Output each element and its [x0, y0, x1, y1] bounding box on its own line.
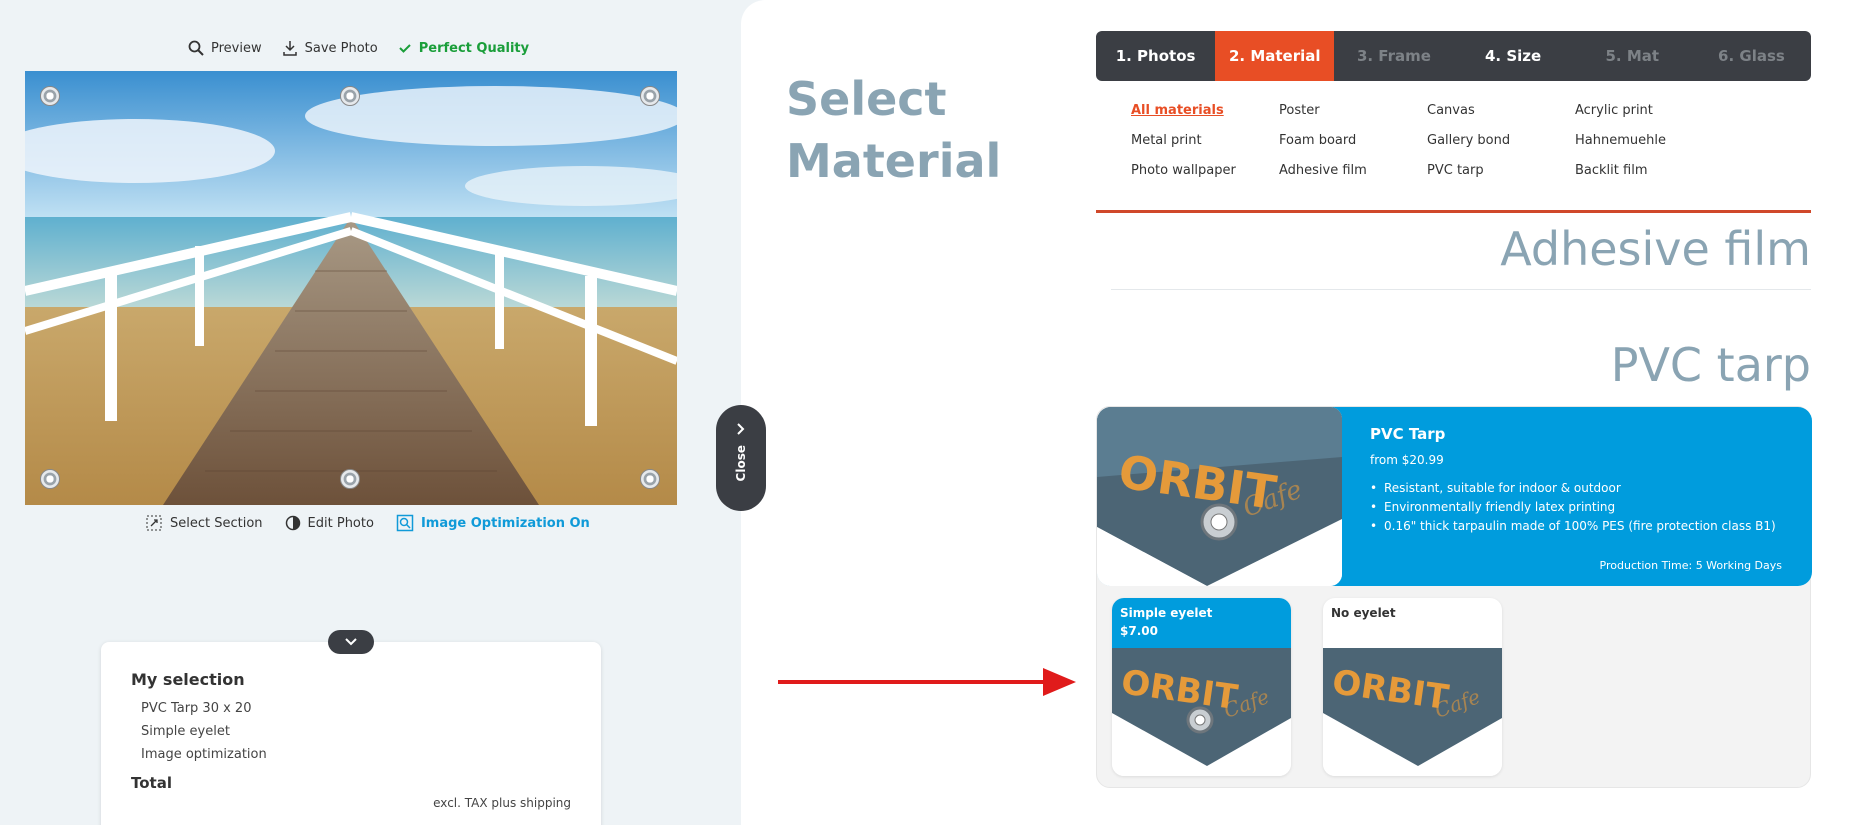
- check-icon: [399, 44, 411, 53]
- my-selection-panel: My selection PVC Tarp 30 x 20 Simple eye…: [101, 642, 601, 825]
- tax-note: excl. TAX plus shipping: [433, 796, 571, 810]
- photo-editor-panel: Preview Save Photo Perfect Quality Selec…: [0, 0, 740, 825]
- download-icon: [282, 41, 297, 56]
- page-title: Select Material: [786, 68, 1001, 192]
- collapse-selection-button[interactable]: [328, 630, 374, 654]
- eyelet-marker: [640, 86, 660, 106]
- page-title-line2: Material: [786, 134, 1002, 188]
- material-link-hahnemuehle[interactable]: Hahnemuehle: [1575, 132, 1723, 150]
- pvc-tarp-title: PVC Tarp: [1370, 425, 1446, 443]
- divider: [1111, 289, 1811, 290]
- edit-photo-button[interactable]: Edit Photo: [285, 514, 374, 532]
- pvc-product-image: ORBIT Cafe: [1097, 407, 1342, 586]
- material-link-poster[interactable]: Poster: [1279, 102, 1427, 120]
- option-simple-eyelet[interactable]: Simple eyelet $7.00 ORBIT Cafe: [1112, 598, 1291, 776]
- image-optimization-label: Image Optimization On: [420, 515, 590, 531]
- feature-item: Environmentally friendly latex printing: [1370, 500, 1784, 514]
- feature-list: Resistant, suitable for indoor & outdoor…: [1370, 481, 1784, 533]
- option-image: ORBIT Cafe: [1323, 648, 1502, 776]
- banner-sample-image: ORBIT Cafe: [1097, 407, 1342, 586]
- material-link-backlit[interactable]: Backlit film: [1575, 162, 1723, 180]
- pier-photo: [25, 71, 677, 505]
- material-link-pvc[interactable]: PVC tarp: [1427, 162, 1575, 180]
- material-filter-list: All materials Poster Canvas Acrylic prin…: [1131, 102, 1723, 180]
- material-link-adhesive[interactable]: Adhesive film: [1279, 162, 1427, 180]
- search-icon: [188, 40, 204, 56]
- material-link-canvas[interactable]: Canvas: [1427, 102, 1575, 120]
- preview-label: Preview: [211, 40, 262, 56]
- pvc-tarp-section: ORBIT Cafe PVC Tarp from $20.99 Resistan…: [1096, 406, 1812, 788]
- step-material[interactable]: 2. Material: [1215, 31, 1335, 81]
- eyelet-marker: [340, 86, 360, 106]
- no-eyelet-sample-image: ORBIT Cafe: [1323, 648, 1502, 776]
- feature-item: 0.16" thick tarpaulin made of 100% PES (…: [1370, 519, 1784, 533]
- adhesive-film-heading: Adhesive film: [1500, 222, 1811, 276]
- option-name: No eyelet: [1331, 606, 1396, 620]
- material-link-foam[interactable]: Foam board: [1279, 132, 1427, 150]
- page-title-line1: Select: [786, 72, 947, 126]
- step-mat: 5. Mat: [1605, 47, 1660, 65]
- option-name: Simple eyelet: [1120, 606, 1213, 620]
- production-time: Production Time: 5 Working Days: [1599, 559, 1782, 572]
- preview-button[interactable]: Preview: [188, 40, 262, 56]
- divider: [1096, 210, 1811, 213]
- step-frame: 3. Frame: [1356, 47, 1431, 65]
- image-optimization-toggle[interactable]: Image Optimization On: [396, 514, 590, 532]
- material-link-acrylic[interactable]: Acrylic print: [1575, 102, 1723, 120]
- crop-icon: [146, 515, 162, 531]
- option-header: No eyelet: [1323, 598, 1502, 648]
- material-link-gallery-bond[interactable]: Gallery bond: [1427, 132, 1575, 150]
- pvc-tarp-details: PVC Tarp from $20.99 Resistant, suitable…: [1342, 407, 1812, 586]
- eyelet-marker: [40, 469, 60, 489]
- option-price: $7.00: [1120, 624, 1158, 638]
- top-toolbar: Preview Save Photo Perfect Quality: [188, 40, 529, 56]
- contrast-icon: [285, 515, 300, 531]
- edit-photo-label: Edit Photo: [307, 515, 374, 531]
- pvc-tarp-card[interactable]: ORBIT Cafe PVC Tarp from $20.99 Resistan…: [1097, 407, 1812, 586]
- step-glass: 6. Glass: [1718, 47, 1785, 65]
- close-panel-button[interactable]: Close: [716, 405, 766, 511]
- material-panel: Select Material 1. Photos 2. Material 3.…: [741, 0, 1866, 825]
- option-no-eyelet[interactable]: No eyelet ORBIT Cafe: [1323, 598, 1502, 776]
- selection-title: My selection: [131, 670, 245, 689]
- photo-canvas[interactable]: [25, 71, 677, 505]
- eyelet-sample-image: ORBIT Cafe: [1112, 648, 1291, 776]
- pvc-tarp-heading: PVC tarp: [1610, 338, 1811, 392]
- feature-item: Resistant, suitable for indoor & outdoor: [1370, 481, 1784, 495]
- select-section-label: Select Section: [170, 515, 263, 531]
- quality-label: Perfect Quality: [418, 40, 530, 56]
- total-label: Total: [131, 774, 172, 792]
- optimize-icon: [396, 514, 414, 532]
- select-section-button[interactable]: Select Section: [145, 514, 263, 532]
- material-link-all[interactable]: All materials: [1131, 102, 1279, 120]
- selection-item: PVC Tarp 30 x 20: [141, 701, 252, 716]
- selection-item: Simple eyelet: [141, 724, 230, 739]
- quality-indicator: Perfect Quality: [398, 40, 529, 56]
- close-label: Close: [734, 445, 748, 482]
- save-photo-button[interactable]: Save Photo: [282, 40, 378, 56]
- annotation-arrow: [778, 668, 1076, 696]
- selection-item: Image optimization: [141, 747, 267, 762]
- eyelet-marker: [40, 86, 60, 106]
- material-link-wallpaper[interactable]: Photo wallpaper: [1131, 162, 1279, 180]
- step-navigation: 1. Photos 2. Material 3. Frame 4. Size 5…: [1096, 31, 1811, 81]
- pvc-tarp-price: from $20.99: [1370, 453, 1444, 467]
- step-size[interactable]: 4. Size: [1454, 31, 1573, 81]
- step-photos[interactable]: 1. Photos: [1096, 31, 1215, 81]
- save-photo-label: Save Photo: [304, 40, 378, 56]
- eyelet-marker: [340, 469, 360, 489]
- material-link-metal[interactable]: Metal print: [1131, 132, 1279, 150]
- chevron-down-icon: [345, 638, 357, 646]
- option-header: Simple eyelet $7.00: [1112, 598, 1291, 648]
- chevron-right-icon: [737, 423, 745, 435]
- bottom-toolbar: Select Section Edit Photo Image Optimiza…: [145, 514, 590, 532]
- option-image: ORBIT Cafe: [1112, 648, 1291, 776]
- eyelet-marker: [640, 469, 660, 489]
